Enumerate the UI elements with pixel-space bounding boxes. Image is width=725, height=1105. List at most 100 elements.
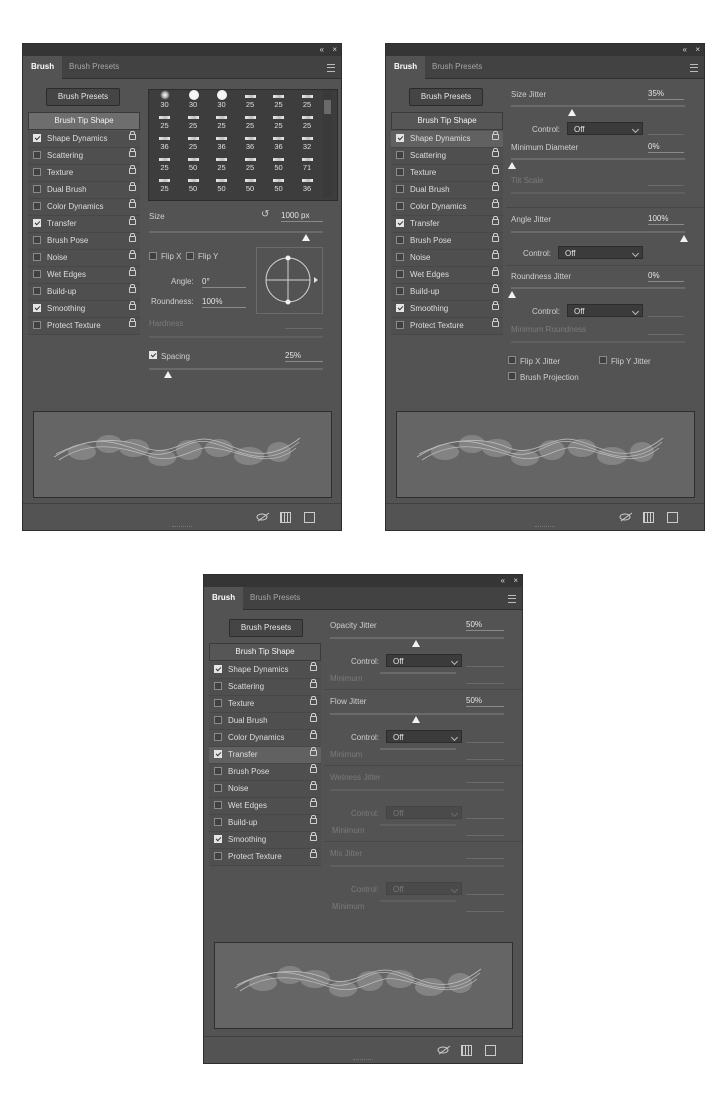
opacity-jitter-slider-thumb[interactable] bbox=[412, 640, 420, 647]
opacity-control-dropdown[interactable]: Off bbox=[386, 654, 462, 667]
brush-projection-grid-icon[interactable] bbox=[643, 512, 654, 523]
collapse-icon[interactable]: « bbox=[501, 576, 505, 586]
roundness-control-dropdown[interactable]: Off bbox=[567, 304, 643, 317]
size-slider-track[interactable] bbox=[149, 231, 323, 233]
brush-presets-button[interactable]: Brush Presets bbox=[229, 619, 303, 637]
option-shape-dynamics[interactable]: Shape Dynamics bbox=[391, 131, 503, 148]
flip-x-checkbox[interactable] bbox=[149, 252, 157, 260]
lock-icon[interactable] bbox=[129, 318, 136, 327]
spacing-value[interactable]: 25% bbox=[285, 351, 323, 362]
brush-projection-checkbox[interactable] bbox=[508, 372, 516, 380]
flow-jitter-slider-thumb[interactable] bbox=[412, 716, 420, 723]
brush-tip-cell[interactable]: 25 bbox=[237, 155, 264, 172]
build-up-checkbox[interactable] bbox=[214, 818, 222, 826]
scattering-checkbox[interactable] bbox=[33, 151, 41, 159]
option-shape-dynamics[interactable]: Shape Dynamics bbox=[209, 662, 321, 679]
control-dropdown[interactable]: Off bbox=[567, 122, 643, 135]
angle-jitter-slider-thumb[interactable] bbox=[680, 235, 688, 242]
brush-tip-shape-item[interactable]: Brush Tip Shape bbox=[28, 112, 140, 130]
lock-icon[interactable] bbox=[310, 662, 317, 671]
angle-control-dropdown[interactable]: Off bbox=[558, 246, 643, 259]
tab-brush-presets[interactable]: Brush Presets bbox=[242, 587, 308, 609]
brush-pose-checkbox[interactable] bbox=[33, 236, 41, 244]
option-texture[interactable]: Texture bbox=[209, 696, 321, 713]
size-value[interactable]: 1000 px bbox=[281, 211, 323, 222]
brush-tip-cell[interactable]: 50 bbox=[265, 155, 292, 172]
angle-roundness-widget[interactable] bbox=[256, 247, 323, 314]
lock-icon[interactable] bbox=[492, 148, 499, 157]
option-color-dynamics[interactable]: Color Dynamics bbox=[391, 199, 503, 216]
brush-tip-cell[interactable]: 50 bbox=[237, 176, 264, 193]
lock-icon[interactable] bbox=[129, 301, 136, 310]
lock-icon[interactable] bbox=[129, 131, 136, 140]
spacing-slider-thumb[interactable] bbox=[164, 371, 172, 378]
option-brush-pose[interactable]: Brush Pose bbox=[209, 764, 321, 781]
lock-icon[interactable] bbox=[492, 284, 499, 293]
brush-tip-cell[interactable]: 36 bbox=[151, 134, 178, 151]
brush-tip-cell[interactable]: 50 bbox=[208, 176, 235, 193]
lock-icon[interactable] bbox=[492, 250, 499, 259]
option-smoothing[interactable]: Smoothing bbox=[209, 832, 321, 849]
roundness-value[interactable]: 100% bbox=[202, 297, 246, 308]
resize-grip[interactable] bbox=[535, 526, 555, 529]
panel-menu-icon[interactable] bbox=[508, 595, 516, 603]
option-scattering[interactable]: Scattering bbox=[391, 148, 503, 165]
lock-icon[interactable] bbox=[310, 679, 317, 688]
toggle-live-tip-icon[interactable] bbox=[256, 512, 270, 522]
spacing-checkbox[interactable] bbox=[149, 351, 157, 359]
option-color-dynamics[interactable]: Color Dynamics bbox=[209, 730, 321, 747]
panel-menu-icon[interactable] bbox=[690, 64, 698, 72]
transfer-checkbox[interactable] bbox=[396, 219, 404, 227]
option-transfer[interactable]: Transfer bbox=[391, 216, 503, 233]
min-diameter-value[interactable]: 0% bbox=[648, 142, 684, 153]
option-noise[interactable]: Noise bbox=[28, 250, 140, 267]
color-dynamics-checkbox[interactable] bbox=[214, 733, 222, 741]
lock-icon[interactable] bbox=[310, 781, 317, 790]
option-wet-edges[interactable]: Wet Edges bbox=[391, 267, 503, 284]
option-color-dynamics[interactable]: Color Dynamics bbox=[28, 199, 140, 216]
shape-dynamics-checkbox[interactable] bbox=[214, 665, 222, 673]
brush-tip-cell[interactable]: 30 bbox=[208, 90, 235, 109]
lock-icon[interactable] bbox=[492, 267, 499, 276]
lock-icon[interactable] bbox=[310, 832, 317, 841]
brush-tip-cell[interactable]: 30 bbox=[151, 90, 178, 109]
brush-tip-cell[interactable]: 25 bbox=[265, 92, 292, 109]
smoothing-checkbox[interactable] bbox=[33, 304, 41, 312]
option-build-up[interactable]: Build-up bbox=[209, 815, 321, 832]
brush-tip-cell[interactable]: 25 bbox=[208, 155, 235, 172]
protect-texture-checkbox[interactable] bbox=[396, 321, 404, 329]
size-jitter-slider-track[interactable] bbox=[511, 105, 685, 107]
resize-grip[interactable] bbox=[353, 1059, 373, 1062]
size-jitter-slider-thumb[interactable] bbox=[568, 109, 576, 116]
brush-presets-button[interactable]: Brush Presets bbox=[46, 88, 120, 106]
texture-checkbox[interactable] bbox=[33, 168, 41, 176]
angle-jitter-slider-track[interactable] bbox=[511, 231, 685, 233]
brush-tip-cell[interactable]: 50 bbox=[180, 155, 207, 172]
new-brush-icon[interactable] bbox=[667, 512, 678, 523]
size-jitter-value[interactable]: 35% bbox=[648, 89, 684, 100]
lock-icon[interactable] bbox=[310, 849, 317, 858]
lock-icon[interactable] bbox=[492, 233, 499, 242]
option-dual-brush[interactable]: Dual Brush bbox=[391, 182, 503, 199]
brush-tip-cell[interactable]: 36 bbox=[208, 134, 235, 151]
tab-brush-presets[interactable]: Brush Presets bbox=[424, 56, 490, 78]
smoothing-checkbox[interactable] bbox=[214, 835, 222, 843]
tab-brush[interactable]: Brush bbox=[204, 587, 244, 610]
dual-brush-checkbox[interactable] bbox=[33, 185, 41, 193]
brush-tip-cell[interactable]: 25 bbox=[208, 113, 235, 130]
option-shape-dynamics[interactable]: Shape Dynamics bbox=[28, 131, 140, 148]
option-noise[interactable]: Noise bbox=[391, 250, 503, 267]
brush-tip-cell[interactable]: 25 bbox=[180, 113, 207, 130]
lock-icon[interactable] bbox=[129, 250, 136, 259]
brush-grid-scrollbar[interactable] bbox=[323, 90, 332, 198]
option-protect-texture[interactable]: Protect Texture bbox=[28, 318, 140, 335]
brush-tip-cell[interactable]: 25 bbox=[151, 155, 178, 172]
panel-menu-icon[interactable] bbox=[327, 64, 335, 72]
option-scattering[interactable]: Scattering bbox=[28, 148, 140, 165]
brush-tip-cell[interactable]: 50 bbox=[180, 176, 207, 193]
scrollbar-thumb[interactable] bbox=[324, 100, 331, 114]
opacity-jitter-slider-track[interactable] bbox=[330, 637, 504, 639]
tab-brush[interactable]: Brush bbox=[386, 56, 426, 79]
flow-control-dropdown[interactable]: Off bbox=[386, 730, 462, 743]
transfer-checkbox[interactable] bbox=[214, 750, 222, 758]
